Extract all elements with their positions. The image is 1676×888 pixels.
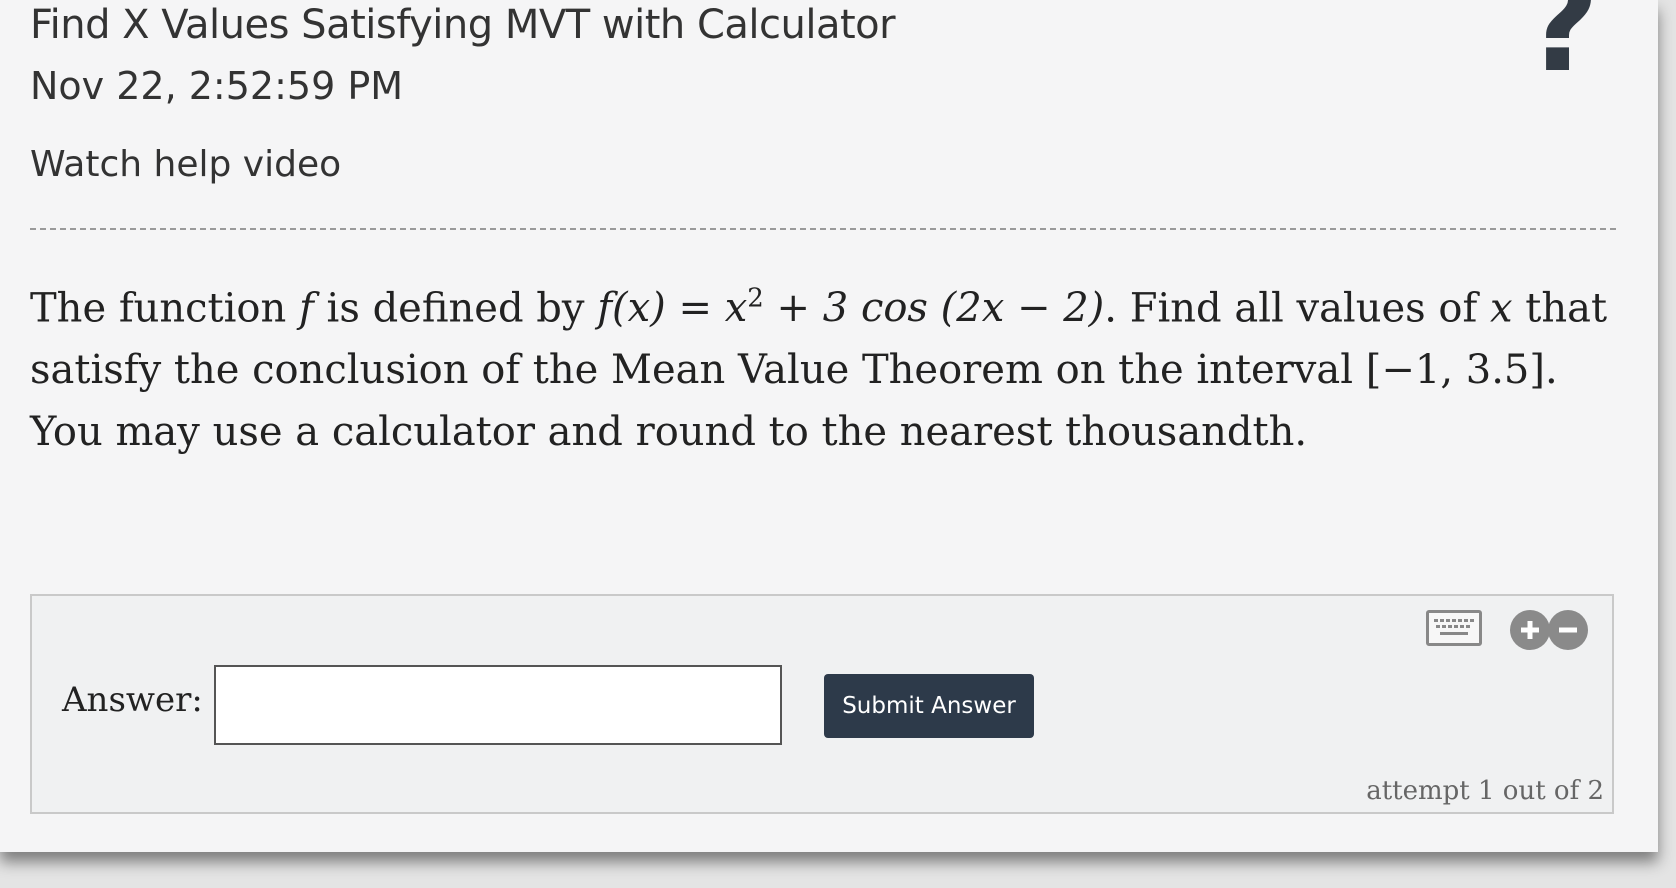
divider [30,228,1616,230]
attempt-counter: attempt 1 out of 2 [1366,776,1604,806]
minus-circle-icon[interactable] [1548,610,1588,650]
question-mark-icon[interactable]: ? [1524,0,1599,90]
watch-help-video-link[interactable]: Watch help video [30,144,341,185]
timestamp: Nov 22, 2:52:59 PM [30,64,404,108]
page-title: Find X Values Satisfying MVT with Calcul… [30,2,896,48]
problem-text: The function f is defined by f(x) = x2 +… [30,284,1608,456]
answer-panel: Answer: Submit Answer attempt 1 out of 2 [30,594,1614,814]
answer-label: Answer: [62,680,203,720]
interval: [−1, 3.5] [1365,347,1545,394]
function-definition: f(x) = x2 + 3 cos (2x − 2) [597,284,1105,332]
submit-answer-button[interactable]: Submit Answer [824,674,1034,738]
keyboard-icon[interactable] [1426,610,1482,646]
answer-input[interactable] [214,665,782,745]
homework-card: Find X Values Satisfying MVT with Calcul… [0,0,1658,852]
plus-circle-icon[interactable] [1510,610,1550,650]
